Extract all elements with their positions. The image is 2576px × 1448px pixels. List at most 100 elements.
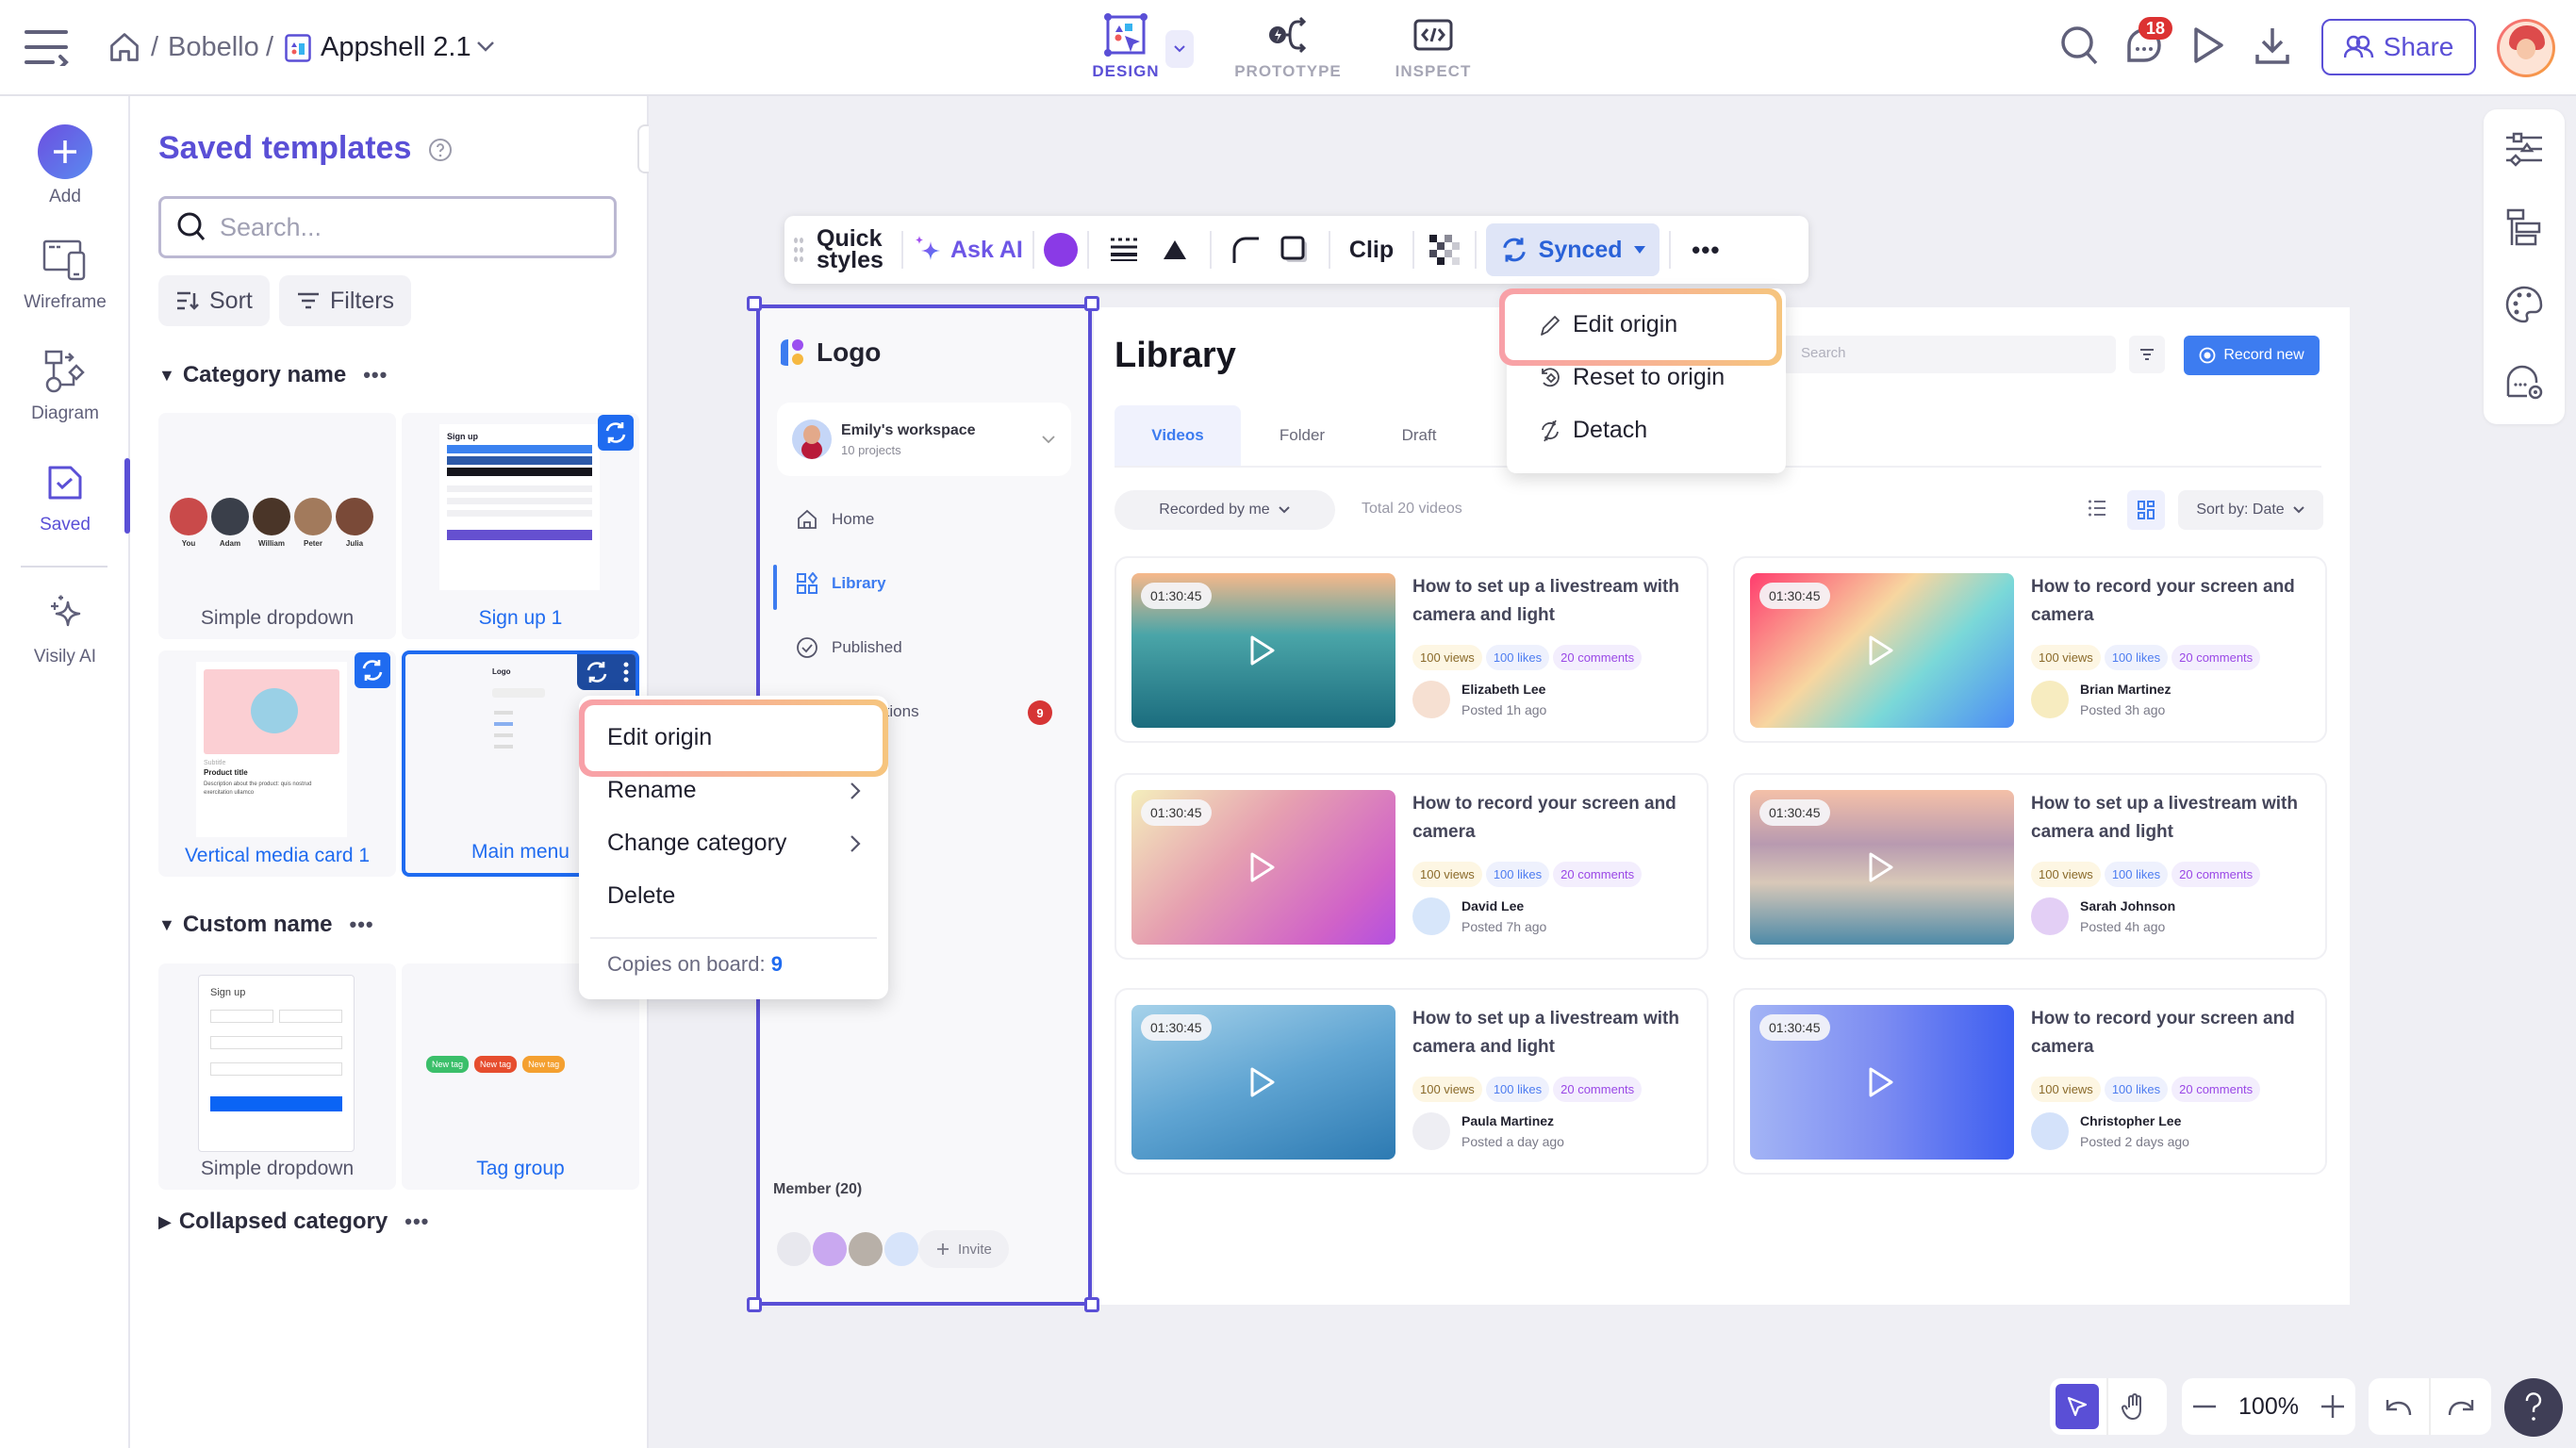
tab-inspect[interactable]: INSPECT <box>1367 13 1499 81</box>
video-thumbnail[interactable]: 01:30:45 <box>1750 1005 2014 1160</box>
more-icon[interactable]: ••• <box>405 1209 429 1234</box>
context-change-category[interactable]: Change category <box>607 830 862 857</box>
video-thumbnail[interactable]: 01:30:45 <box>1131 790 1395 945</box>
sync-menu-reset[interactable]: Reset to origin <box>1539 364 1725 391</box>
resize-handle[interactable] <box>1084 296 1099 311</box>
record-new-button[interactable]: Record new <box>2184 336 2320 375</box>
fill-color-button[interactable] <box>1043 233 1078 267</box>
play-icon[interactable] <box>1248 634 1277 667</box>
resize-handle[interactable] <box>747 296 762 311</box>
undo-button[interactable] <box>2369 1396 2429 1417</box>
home-icon[interactable] <box>107 30 141 64</box>
clip-button[interactable]: Clip <box>1349 238 1394 261</box>
play-icon[interactable] <box>1867 634 1895 667</box>
zoom-in-icon[interactable] <box>2320 1395 2344 1418</box>
recorded-by-dropdown[interactable]: Recorded by me <box>1115 490 1335 530</box>
list-view-icon[interactable] <box>2088 498 2106 518</box>
help-icon[interactable] <box>428 138 453 162</box>
drag-handle-icon[interactable] <box>794 238 803 262</box>
user-avatar[interactable] <box>2497 19 2555 77</box>
play-icon[interactable] <box>1867 850 1895 884</box>
select-tool-button[interactable] <box>2056 1384 2099 1429</box>
workspace-switcher[interactable]: Emily's workspace 10 projects <box>777 403 1071 476</box>
more-options-icon[interactable]: ••• <box>1692 236 1720 265</box>
zoom-level[interactable]: 100% <box>2238 1393 2299 1421</box>
context-rename[interactable]: Rename <box>607 777 862 804</box>
search-icon[interactable] <box>2059 25 2099 66</box>
breadcrumb-project[interactable]: Bobello <box>168 28 259 66</box>
video-thumbnail[interactable]: 01:30:45 <box>1131 1005 1395 1160</box>
hand-tool-button[interactable] <box>2122 1392 2148 1421</box>
template-search-input[interactable]: Search... <box>158 196 617 258</box>
play-icon[interactable] <box>1248 850 1277 884</box>
library-search-input[interactable]: Search <box>1782 336 2116 373</box>
zoom-out-icon[interactable] <box>2193 1405 2216 1408</box>
more-icon[interactable]: ••• <box>363 363 388 387</box>
opacity-button[interactable] <box>1429 235 1461 265</box>
stroke-style-button[interactable] <box>1108 237 1140 263</box>
rail-add[interactable]: Add <box>0 124 130 207</box>
video-card[interactable]: 01:30:45 How to record your screen and ca… <box>1733 556 2327 743</box>
video-thumbnail[interactable]: 01:30:45 <box>1131 573 1395 728</box>
template-card[interactable]: Sign up Simple dropdown <box>158 963 396 1190</box>
nav-home[interactable]: Home <box>796 508 874 531</box>
video-card[interactable]: 01:30:45 How to set up a livestream with … <box>1115 988 1709 1175</box>
sort-by-dropdown[interactable]: Sort by: Date <box>2178 490 2323 530</box>
comment-settings-icon[interactable] <box>2504 362 2546 402</box>
menu-icon[interactable] <box>25 28 70 66</box>
video-title[interactable]: How to set up a livestream with camera a… <box>1412 573 1695 630</box>
more-icon[interactable]: ••• <box>350 913 374 937</box>
play-preview-icon[interactable] <box>2191 25 2225 66</box>
video-thumbnail[interactable]: 01:30:45 <box>1750 790 2014 945</box>
shadow-button[interactable] <box>1280 235 1310 265</box>
shape-style-button[interactable] <box>1161 238 1189 262</box>
filters-button[interactable]: Filters <box>279 275 412 326</box>
category-header[interactable]: ▼ Category name ••• <box>158 362 388 388</box>
video-thumbnail[interactable]: 01:30:45 <box>1750 573 2014 728</box>
layers-icon[interactable] <box>2504 207 2544 247</box>
tab-draft[interactable]: Draft <box>1358 405 1480 466</box>
invite-button[interactable]: Invite <box>918 1230 1009 1268</box>
sync-menu-edit-origin[interactable]: Edit origin <box>1539 311 1677 338</box>
breadcrumb-file[interactable]: Appshell 2.1 <box>321 28 471 66</box>
template-card[interactable]: You Adam William Peter Julia Simple drop… <box>158 413 396 639</box>
video-title[interactable]: How to set up a livestream with camera a… <box>1412 1005 1695 1061</box>
sync-icon[interactable] <box>584 659 610 685</box>
sort-button[interactable]: Sort <box>158 275 270 326</box>
video-card[interactable]: 01:30:45 How to set up a livestream with … <box>1733 773 2327 960</box>
category-header[interactable]: ▶ Collapsed category ••• <box>158 1209 429 1235</box>
synced-dropdown[interactable]: Synced <box>1486 223 1660 276</box>
video-title[interactable]: How to record your screen and camera <box>1412 790 1695 847</box>
context-edit-origin[interactable]: Edit origin <box>607 724 712 751</box>
redo-button[interactable] <box>2431 1396 2491 1417</box>
video-title[interactable]: How to set up a livestream with camera a… <box>2031 790 2314 847</box>
play-icon[interactable] <box>1867 1065 1895 1099</box>
nav-library[interactable]: Library <box>796 572 886 595</box>
more-vertical-icon[interactable] <box>623 662 629 683</box>
grid-view-button[interactable] <box>2127 490 2165 530</box>
tab-prototype[interactable]: PROTOTYPE <box>1222 13 1354 81</box>
video-card[interactable]: 01:30:45 How to record your screen and ca… <box>1115 773 1709 960</box>
corner-radius-button[interactable] <box>1230 235 1261 265</box>
sync-menu-detach[interactable]: Detach <box>1539 417 1647 444</box>
tab-folder[interactable]: Folder <box>1241 405 1363 466</box>
chevron-down-icon[interactable] <box>475 40 496 53</box>
category-header[interactable]: ▼ Custom name ••• <box>158 912 374 938</box>
resize-handle[interactable] <box>747 1297 762 1312</box>
help-button[interactable] <box>2504 1378 2563 1437</box>
ask-ai-button[interactable]: Ask AI <box>913 234 1023 266</box>
video-title[interactable]: How to record your screen and camera <box>2031 573 2314 630</box>
library-filter-button[interactable] <box>2129 336 2165 373</box>
video-card[interactable]: 01:30:45 How to set up a livestream with … <box>1115 556 1709 743</box>
quick-styles-button[interactable]: Quick styles <box>817 227 892 272</box>
nav-published[interactable]: Published <box>796 636 902 659</box>
download-icon[interactable] <box>2254 25 2291 66</box>
palette-icon[interactable] <box>2504 285 2544 324</box>
video-card[interactable]: 01:30:45 How to record your screen and ca… <box>1733 988 2327 1175</box>
design-mode-dropdown[interactable] <box>1165 30 1194 68</box>
tab-videos[interactable]: Videos <box>1115 405 1241 466</box>
resize-handle[interactable] <box>1084 1297 1099 1312</box>
panel-collapse-handle[interactable] <box>637 124 649 173</box>
play-icon[interactable] <box>1248 1065 1277 1099</box>
rail-wireframe[interactable]: Wireframe <box>0 236 130 313</box>
